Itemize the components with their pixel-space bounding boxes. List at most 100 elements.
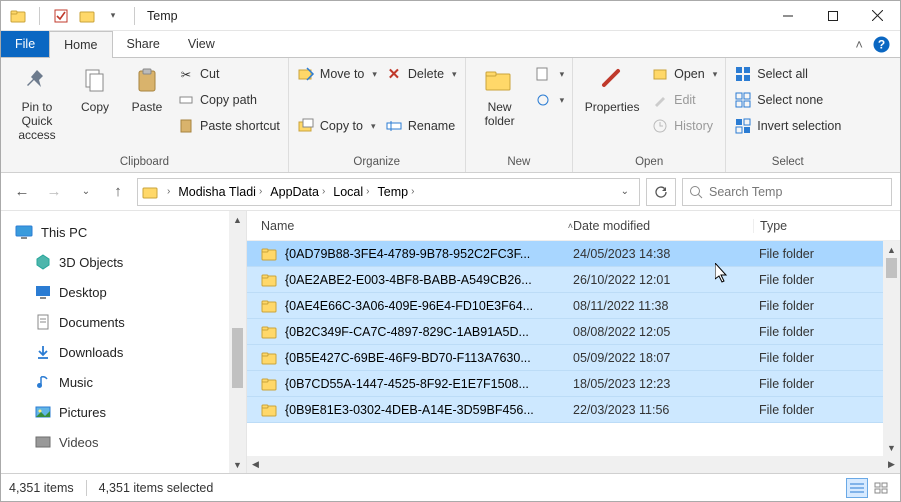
new-folder-qat-button[interactable] xyxy=(76,5,98,27)
history-button[interactable]: History xyxy=(651,114,717,138)
documents-icon xyxy=(35,314,51,330)
minimize-button[interactable] xyxy=(765,1,810,31)
paste-shortcut-button[interactable]: Paste shortcut xyxy=(177,114,280,138)
new-folder-icon xyxy=(484,65,516,97)
easy-access-button[interactable]: ▾ xyxy=(534,88,565,112)
search-icon xyxy=(689,185,703,199)
select-all-button[interactable]: Select all xyxy=(734,62,841,86)
copy-button[interactable]: Copy xyxy=(73,62,117,114)
nav-videos[interactable]: Videos xyxy=(15,427,246,457)
details-view-button[interactable] xyxy=(846,478,868,498)
properties-qat-button[interactable] xyxy=(50,5,72,27)
paste-button[interactable]: Paste xyxy=(125,62,169,114)
breadcrumb-bar[interactable]: › Modisha Tladi› AppData› Local› Temp› ⌄ xyxy=(137,178,640,206)
column-type[interactable]: Type xyxy=(753,219,883,233)
tab-view[interactable]: View xyxy=(174,31,229,57)
crumb-root[interactable]: › xyxy=(164,186,173,197)
nav-downloads[interactable]: Downloads xyxy=(15,337,246,367)
nav-this-pc[interactable]: This PC xyxy=(15,217,246,247)
file-scrollbar-v[interactable]: ▲ ▼ xyxy=(883,241,900,456)
nav-desktop[interactable]: Desktop xyxy=(15,277,246,307)
refresh-button[interactable] xyxy=(646,178,676,206)
file-row[interactable]: {0AD79B88-3FE4-4789-9B78-952C2FC3F...24/… xyxy=(247,241,900,267)
crumb-1[interactable]: AppData› xyxy=(267,185,328,199)
file-type: File folder xyxy=(753,403,900,417)
qat-dropdown[interactable]: ▾ xyxy=(102,5,124,27)
forward-button[interactable]: → xyxy=(41,178,67,206)
nav-music[interactable]: Music xyxy=(15,367,246,397)
file-row[interactable]: {0B5E427C-69BE-46F9-BD70-F113A7630...05/… xyxy=(247,345,900,371)
edit-button[interactable]: Edit xyxy=(651,88,717,112)
column-date[interactable]: Date modified xyxy=(573,219,753,233)
status-bar: 4,351 items 4,351 items selected xyxy=(1,473,900,501)
file-type: File folder xyxy=(753,299,900,313)
new-item-button[interactable]: ▾ xyxy=(534,62,565,86)
help-icon[interactable]: ? xyxy=(873,36,890,53)
tab-home[interactable]: Home xyxy=(49,31,112,58)
invert-selection-button[interactable]: Invert selection xyxy=(734,114,841,138)
nav-3d-objects[interactable]: 3D Objects xyxy=(15,247,246,277)
file-date: 22/03/2023 11:56 xyxy=(573,403,753,417)
file-name: {0B7CD55A-1447-4525-8F92-E1E7F1508... xyxy=(285,377,529,391)
file-type: File folder xyxy=(753,377,900,391)
file-row[interactable]: {0B7CD55A-1447-4525-8F92-E1E7F1508...18/… xyxy=(247,371,900,397)
music-icon xyxy=(35,374,51,390)
properties-button[interactable]: Properties xyxy=(581,62,643,114)
column-name[interactable]: Name˄ xyxy=(247,219,573,233)
ribbon-group-open: Properties Open▾ Edit History Open xyxy=(573,58,726,172)
folder-icon xyxy=(261,376,277,392)
file-row[interactable]: {0B2C349F-CA7C-4897-829C-1AB91A5D...08/0… xyxy=(247,319,900,345)
column-headers: Name˄ Date modified Type xyxy=(247,211,900,241)
thumbnails-view-button[interactable] xyxy=(870,478,892,498)
select-none-button[interactable]: Select none xyxy=(734,88,841,112)
nav-pictures[interactable]: Pictures xyxy=(15,397,246,427)
file-row[interactable]: {0AE4E66C-3A06-409E-96E4-FD10E3F64...08/… xyxy=(247,293,900,319)
file-rows: {0AD79B88-3FE4-4789-9B78-952C2FC3F...24/… xyxy=(247,241,900,456)
move-to-button[interactable]: Move to▾ xyxy=(297,62,377,86)
crumb-3[interactable]: Temp› xyxy=(375,185,418,199)
open-button[interactable]: Open▾ xyxy=(651,62,717,86)
ribbon-group-organize: Move to▾ Copy to▾ ✕Delete▾ Rename Organi… xyxy=(289,58,466,172)
nav-documents[interactable]: Documents xyxy=(15,307,246,337)
recent-locations-button[interactable]: ⌄ xyxy=(73,178,99,206)
maximize-button[interactable] xyxy=(810,1,855,31)
copy-icon xyxy=(79,65,111,97)
desktop-icon xyxy=(35,284,51,300)
rename-button[interactable]: Rename xyxy=(385,114,457,138)
collapse-ribbon-icon[interactable]: ˄ xyxy=(855,37,863,52)
folder-icon xyxy=(142,184,158,200)
folder-icon xyxy=(261,324,277,340)
navigation-pane: This PC 3D Objects Desktop Documents Dow… xyxy=(1,211,247,473)
select-none-icon xyxy=(734,91,752,109)
close-button[interactable] xyxy=(855,1,900,31)
cut-button[interactable]: ✂Cut xyxy=(177,62,280,86)
select-all-icon xyxy=(734,65,752,83)
address-dropdown[interactable]: ⌄ xyxy=(615,186,635,197)
file-date: 08/11/2022 11:38 xyxy=(573,299,753,313)
search-box[interactable]: Search Temp xyxy=(682,178,892,206)
copy-path-button[interactable]: Copy path xyxy=(177,88,280,112)
crumb-2[interactable]: Local› xyxy=(330,185,372,199)
crumb-0[interactable]: Modisha Tladi› xyxy=(175,185,265,199)
ribbon-group-select: Select all Select none Invert selection … xyxy=(726,58,849,172)
copy-path-icon xyxy=(177,91,195,109)
pin-to-quick-access-button[interactable]: Pin to Quick access xyxy=(9,62,65,142)
tab-share[interactable]: Share xyxy=(113,31,174,57)
tab-file[interactable]: File xyxy=(1,31,49,57)
new-folder-button[interactable]: New folder xyxy=(474,62,526,128)
file-type: File folder xyxy=(753,325,900,339)
item-count: 4,351 items xyxy=(9,481,74,495)
nav-scrollbar[interactable]: ▲ ▼ xyxy=(229,211,246,473)
file-row[interactable]: {0AE2ABE2-E003-4BF8-BABB-A549CB26...26/1… xyxy=(247,267,900,293)
delete-button[interactable]: ✕Delete▾ xyxy=(385,62,457,86)
title-bar: ▾ Temp xyxy=(1,1,900,31)
videos-icon xyxy=(35,434,51,450)
file-date: 05/09/2022 18:07 xyxy=(573,351,753,365)
file-scrollbar-h[interactable]: ◀▶ xyxy=(247,456,900,473)
back-button[interactable]: ← xyxy=(9,178,35,206)
ribbon: Pin to Quick access Copy Paste ✂Cut Copy… xyxy=(1,57,900,173)
svg-text:?: ? xyxy=(878,37,885,51)
copy-to-button[interactable]: Copy to▾ xyxy=(297,114,377,138)
file-row[interactable]: {0B9E81E3-0302-4DEB-A14E-3D59BF456...22/… xyxy=(247,397,900,423)
up-button[interactable]: ↑ xyxy=(105,178,131,206)
